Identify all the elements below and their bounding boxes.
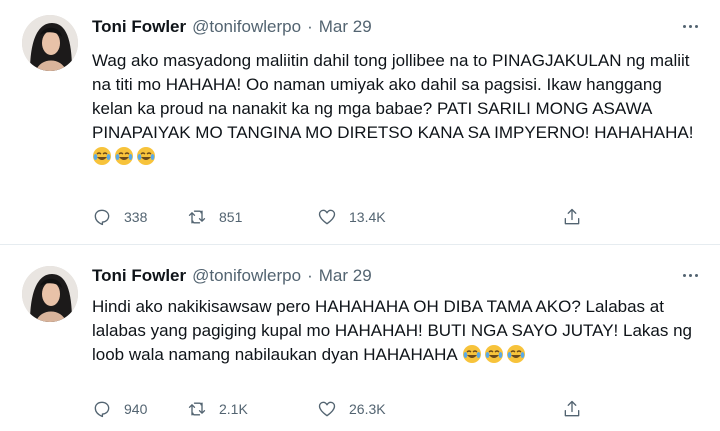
author-name[interactable]: Toni Fowler (92, 17, 186, 37)
tweet-body: Wag ako masyadong maliitin dahil tong jo… (92, 51, 699, 142)
avatar[interactable] (22, 15, 78, 71)
like-count: 26.3K (349, 401, 386, 417)
reply-icon (94, 401, 110, 418)
tweet[interactable]: Toni Fowler @tonifowlerpo · Mar 29 Hindi… (0, 247, 720, 431)
tweet-header: Toni Fowler @tonifowlerpo · Mar 29 (92, 266, 372, 290)
more-options-icon[interactable] (678, 16, 702, 36)
tweet-body: Hindi ako nakikisawsaw pero HAHAHAHA OH … (92, 297, 697, 364)
heart-icon (318, 401, 336, 417)
retweet-icon (188, 402, 206, 416)
tweet-feed: Toni Fowler @tonifowlerpo · Mar 29 Wag a… (0, 0, 720, 431)
reply-button[interactable]: 338 (92, 206, 147, 228)
retweet-button[interactable]: 2.1K (187, 398, 248, 420)
like-button[interactable]: 26.3K (317, 398, 386, 420)
share-icon (564, 208, 580, 225)
retweet-count: 2.1K (219, 401, 248, 417)
tweet-text: Wag ako masyadong maliitin dahil tong jo… (92, 49, 704, 169)
like-count: 13.4K (349, 209, 386, 225)
author-handle[interactable]: @tonifowlerpo (192, 266, 301, 286)
retweet-button[interactable]: 851 (187, 206, 242, 228)
like-button[interactable]: 13.4K (317, 206, 386, 228)
emoji-group (462, 345, 528, 364)
retweet-count: 851 (219, 209, 243, 225)
author-handle[interactable]: @tonifowlerpo (192, 17, 301, 37)
reply-icon (94, 209, 110, 226)
separator-dot: · (307, 17, 313, 36)
emoji-group (92, 147, 158, 166)
reply-button[interactable]: 940 (92, 398, 147, 420)
tweet-actions: 338 851 13.4K (92, 206, 632, 228)
author-name[interactable]: Toni Fowler (92, 266, 186, 286)
face-with-tears-of-joy-icon (484, 345, 503, 363)
heart-icon (318, 209, 336, 225)
share-button[interactable] (562, 398, 582, 420)
avatar[interactable] (22, 266, 78, 322)
face-with-tears-of-joy-icon (115, 147, 133, 165)
reply-count: 338 (124, 209, 148, 225)
tweet[interactable]: Toni Fowler @tonifowlerpo · Mar 29 Wag a… (0, 0, 720, 245)
separator-dot: · (307, 266, 313, 285)
tweet-actions: 940 2.1K 26.3K (92, 398, 632, 420)
share-button[interactable] (562, 206, 582, 228)
reply-count: 940 (124, 401, 148, 417)
face-with-tears-of-joy-icon (93, 147, 111, 165)
tweet-header: Toni Fowler @tonifowlerpo · Mar 29 (92, 17, 372, 41)
face-with-tears-of-joy-icon (462, 345, 481, 363)
share-icon (564, 400, 580, 417)
tweet-date[interactable]: Mar 29 (319, 17, 372, 37)
face-with-tears-of-joy-icon (506, 345, 525, 363)
tweet-text: Hindi ako nakikisawsaw pero HAHAHAHA OH … (92, 295, 704, 367)
more-options-icon[interactable] (678, 265, 702, 285)
retweet-icon (188, 210, 206, 224)
tweet-date[interactable]: Mar 29 (319, 266, 372, 286)
face-with-tears-of-joy-icon (137, 147, 155, 165)
